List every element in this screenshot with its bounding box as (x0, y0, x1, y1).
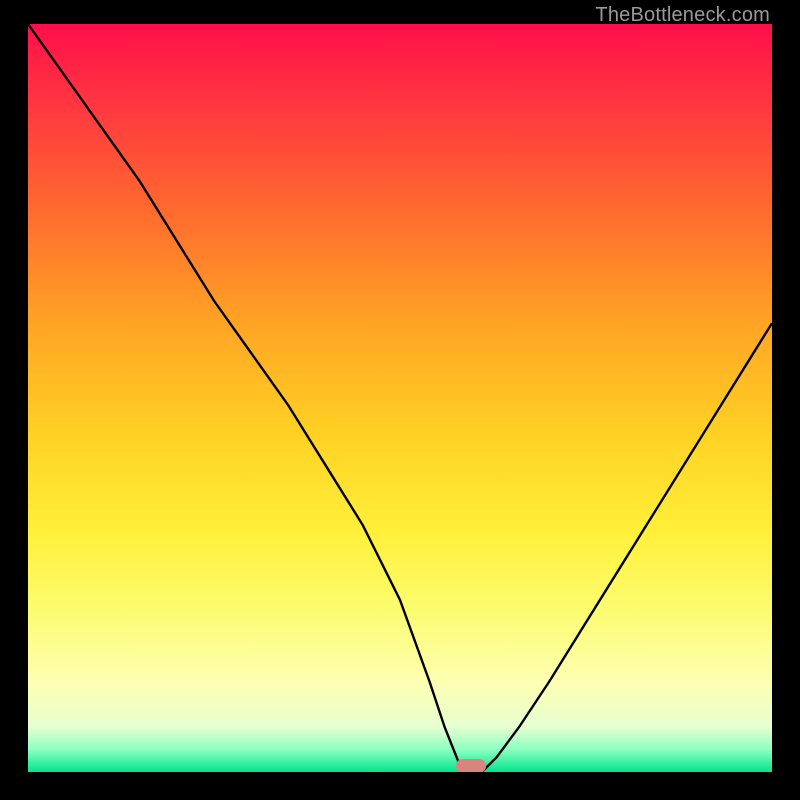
plot-area (28, 24, 772, 772)
optimal-point-marker (456, 759, 486, 772)
chart-frame: TheBottleneck.com (0, 0, 800, 800)
curve-path (28, 24, 772, 772)
bottleneck-curve (28, 24, 772, 772)
